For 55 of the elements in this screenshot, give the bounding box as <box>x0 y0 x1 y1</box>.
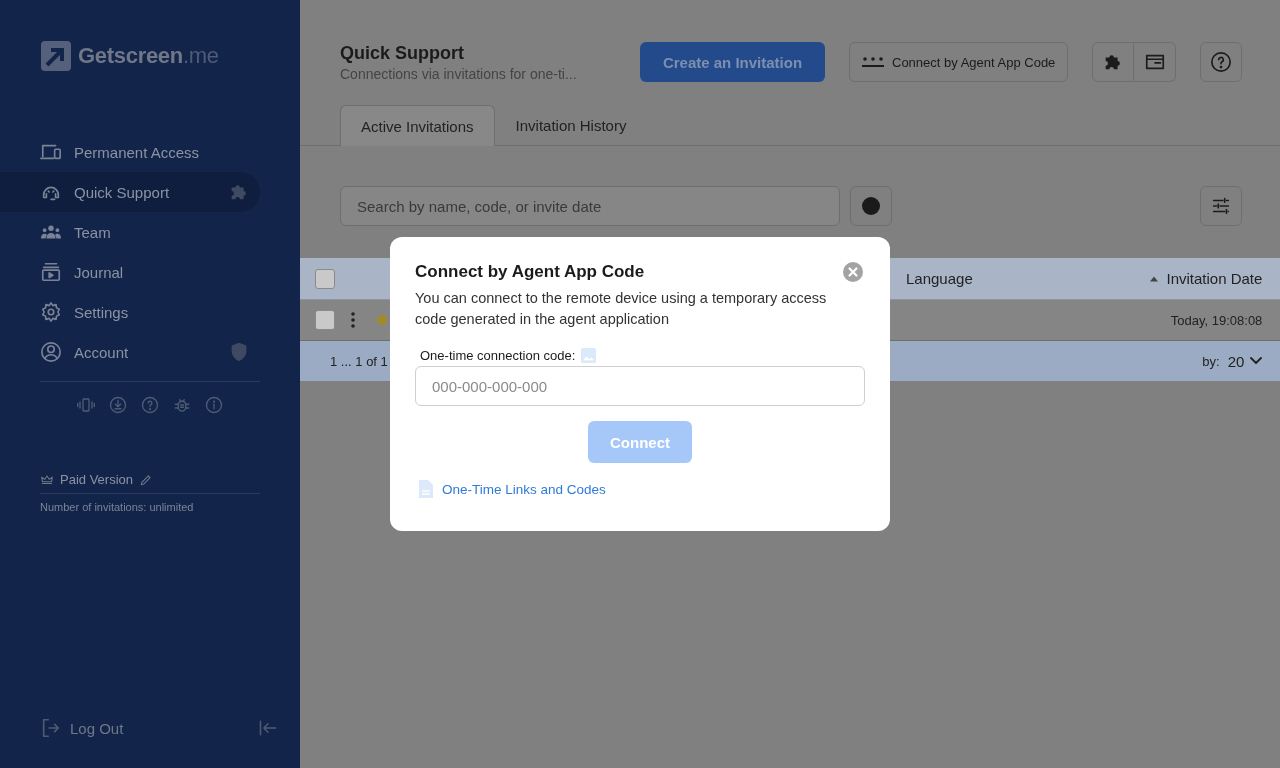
record-button[interactable] <box>850 186 892 226</box>
page-title: Quick Support <box>340 42 465 64</box>
info-icon[interactable] <box>205 396 223 414</box>
help-button[interactable] <box>1200 42 1243 82</box>
download-circle-icon[interactable] <box>109 396 127 414</box>
document-icon <box>418 479 434 499</box>
nav-item[interactable]: Account <box>0 332 260 372</box>
filter-settings-button[interactable] <box>1200 186 1243 226</box>
search-field[interactable]: Search by name, code, or invite date <box>340 186 840 226</box>
asterisks-icon <box>862 55 884 69</box>
field-label: One-time connection code: <box>420 348 576 363</box>
per-page-select[interactable]: 20 <box>1227 352 1263 370</box>
record-dot-icon <box>861 196 881 216</box>
connect-code-button[interactable]: Connect by Agent App Code <box>849 42 1069 82</box>
nav-item[interactable]: Journal <box>0 252 260 292</box>
chevron-down-icon <box>1250 357 1263 365</box>
help-icon[interactable] <box>141 396 159 414</box>
plan-label: Paid Version <box>60 472 133 487</box>
dialog-description: You can connect to the remote device using a temporary access code generated in the agent application <box>415 289 828 329</box>
logout-icon <box>40 717 62 739</box>
video-stack-icon <box>40 261 62 283</box>
nav-item[interactable]: Settings <box>0 292 260 332</box>
pencil-icon[interactable] <box>139 472 153 487</box>
crown-icon <box>40 472 54 487</box>
help-icon <box>1210 51 1233 73</box>
close-icon[interactable] <box>843 262 863 282</box>
extensions-button[interactable] <box>1092 42 1135 82</box>
kebab-menu-icon[interactable] <box>351 312 355 328</box>
user-circle-icon <box>40 341 62 363</box>
logout-button[interactable]: Log Out <box>40 717 124 739</box>
logo-text: Getscreen.me <box>78 43 219 69</box>
create-invitation-button[interactable]: Create an Invitation <box>640 42 825 82</box>
help-link[interactable]: One-Time Links and Codes <box>442 481 606 497</box>
bug-icon[interactable] <box>173 396 191 414</box>
row-checkbox[interactable] <box>315 310 335 330</box>
dialog-title: Connect by Agent App Code <box>415 262 645 282</box>
image-icon <box>581 348 597 363</box>
vibrating-phone-icon[interactable] <box>77 396 95 414</box>
column-header[interactable]: Invitation Date <box>1150 270 1263 287</box>
nav-item[interactable]: Permanent Access <box>0 132 260 172</box>
collapse-icon[interactable] <box>258 718 278 738</box>
per-page-label: by: <box>1202 353 1220 369</box>
code-input-field[interactable]: 000-000-000-000 <box>415 366 865 406</box>
window-layout-button[interactable] <box>1134 42 1177 82</box>
settings-icon <box>40 301 62 323</box>
pagination-range: 1 ... 1 of 1 <box>330 353 388 369</box>
table-cell: Today, 19:08:08 <box>1170 312 1263 328</box>
nav-item[interactable]: Team <box>0 212 260 252</box>
tab[interactable]: Active Invitations <box>340 105 495 146</box>
select-all-checkbox[interactable] <box>315 268 335 289</box>
invitations-note: Number of invitations: unlimited <box>40 501 195 513</box>
page-subtitle: Connections via invitations for one-ti... <box>340 65 578 82</box>
tab[interactable]: Invitation History <box>494 105 648 145</box>
column-header[interactable]: Language <box>906 270 973 287</box>
nav-item[interactable]: Quick Support <box>0 172 260 212</box>
